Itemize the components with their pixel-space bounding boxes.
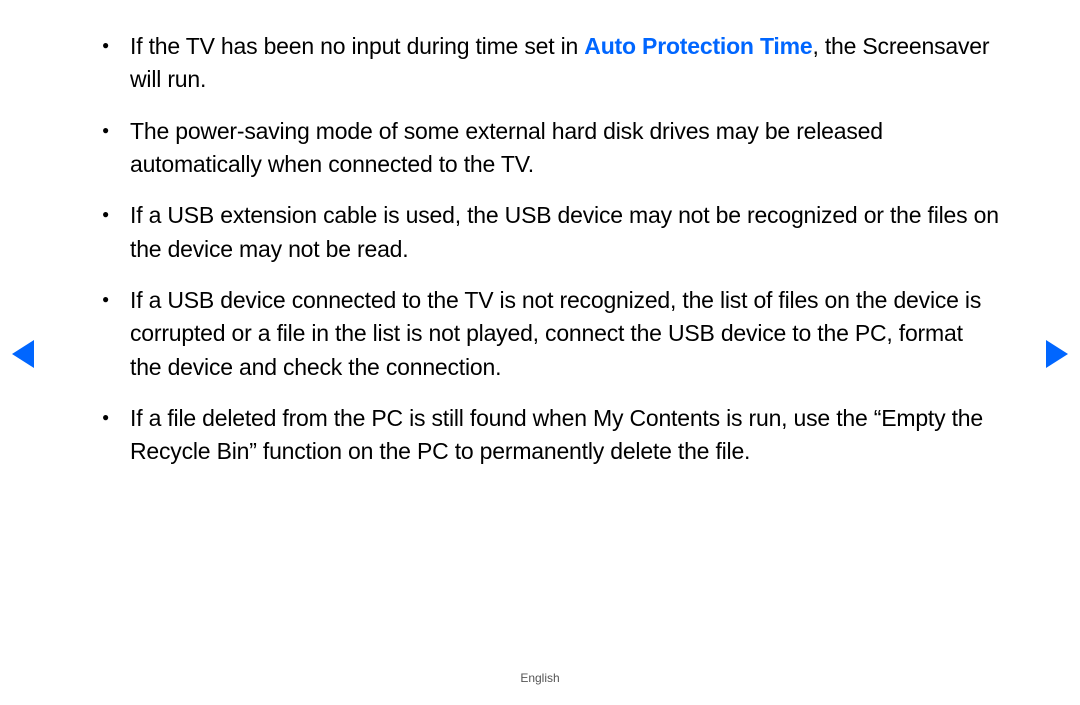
bullet-list: If the TV has been no input during time … [80,30,1000,469]
bullet-item: The power-saving mode of some external h… [130,115,1000,182]
next-page-arrow-icon[interactable] [1046,340,1068,368]
previous-page-arrow-icon[interactable] [12,340,34,368]
bullet-text: The power-saving mode of some external h… [130,118,883,177]
bullet-text: If a file deleted from the PC is still f… [130,405,983,464]
bullet-item: If a USB extension cable is used, the US… [130,199,1000,266]
bullet-text: If a USB device connected to the TV is n… [130,287,981,380]
bullet-item: If a USB device connected to the TV is n… [130,284,1000,384]
bullet-text: If a USB extension cable is used, the US… [130,202,999,261]
bullet-item: If a file deleted from the PC is still f… [130,402,1000,469]
bullet-item: If the TV has been no input during time … [130,30,1000,97]
document-content: If the TV has been no input during time … [0,0,1080,469]
bullet-text-prefix: If the TV has been no input during time … [130,33,584,59]
footer-language: English [0,671,1080,685]
highlight-term: Auto Protection Time [584,33,812,59]
